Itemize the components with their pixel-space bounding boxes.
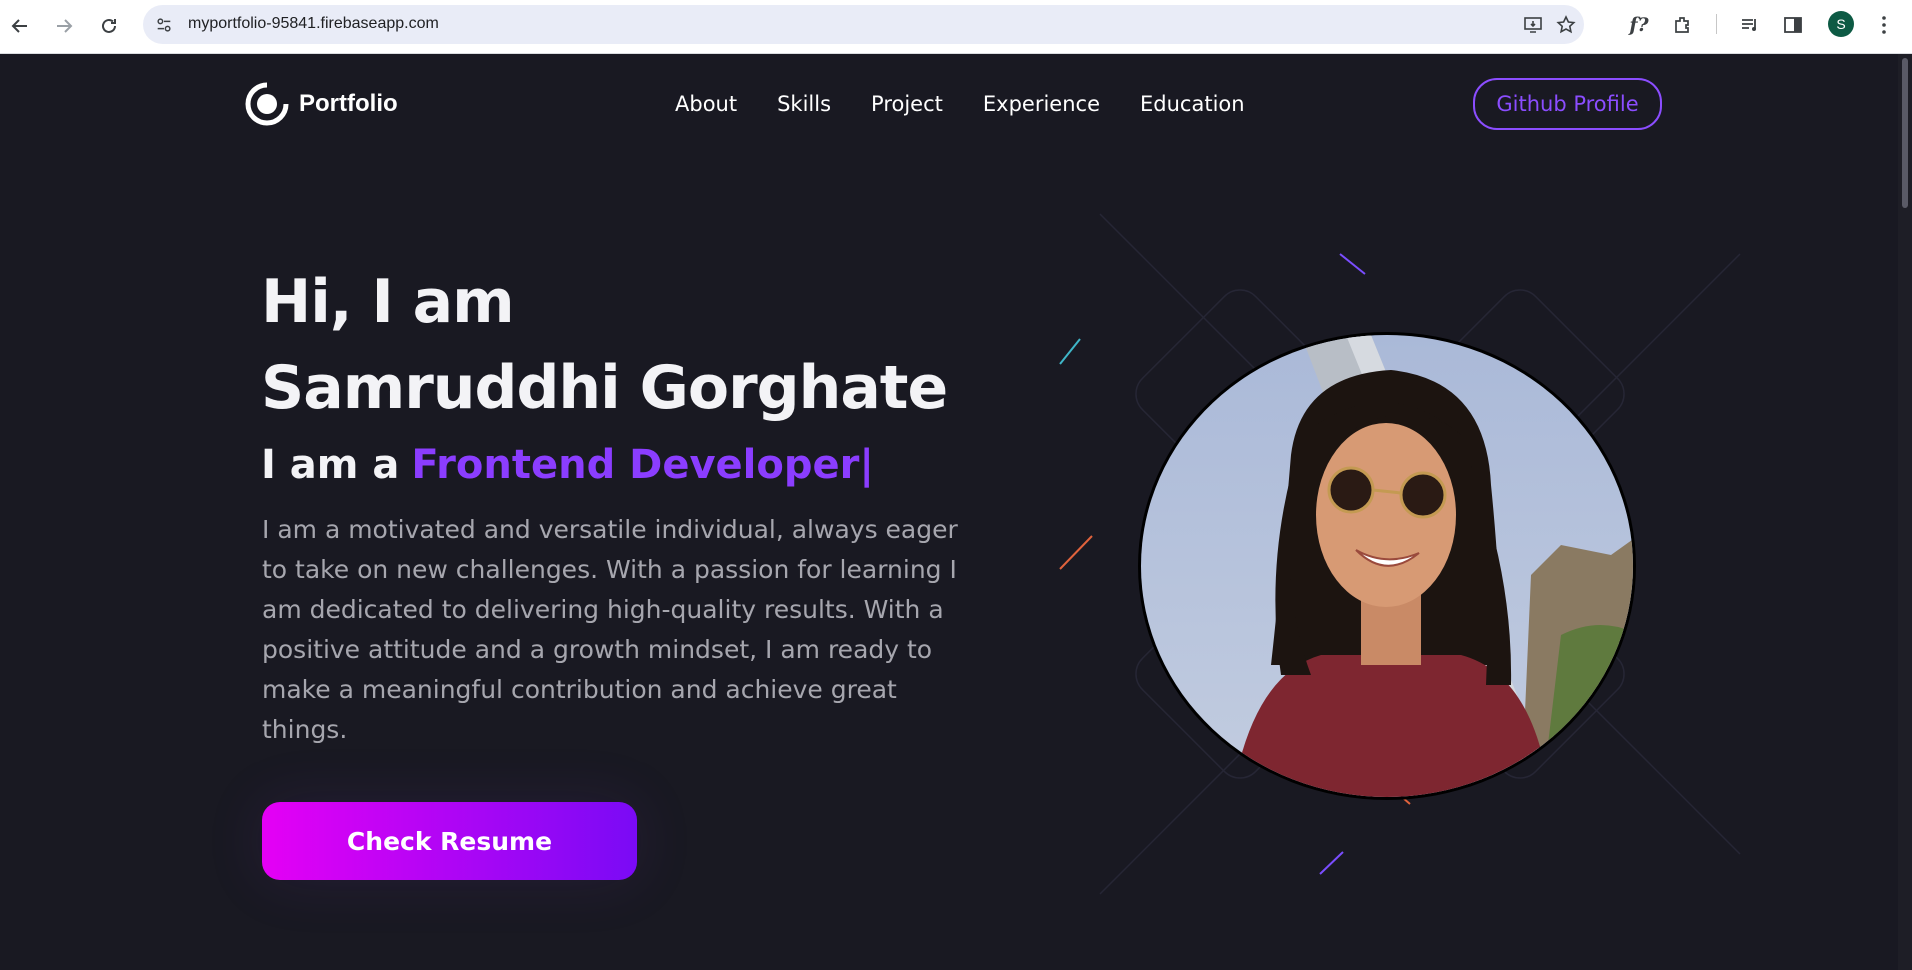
github-profile-button[interactable]: Github Profile (1473, 78, 1662, 130)
logo-mark-icon (245, 82, 289, 126)
side-panel-icon[interactable] (1780, 12, 1806, 38)
address-bar[interactable]: myportfolio-95841.firebaseapp.com (143, 5, 1584, 44)
kebab-menu-icon[interactable] (1871, 12, 1897, 38)
role-prefix: I am a (261, 442, 400, 488)
toolbar-separator (1716, 14, 1717, 34)
site-info-icon[interactable] (152, 13, 176, 37)
extensions-icon[interactable] (1670, 12, 1696, 38)
scrollbar-thumb[interactable] (1902, 58, 1908, 208)
main-nav: About Skills Project Experience Educatio… (675, 92, 1245, 116)
check-resume-button[interactable]: Check Resume (262, 802, 637, 880)
profile-avatar[interactable]: S (1828, 11, 1854, 37)
hero-role: I am a Frontend Developer| (261, 440, 874, 490)
forward-icon[interactable] (47, 9, 81, 43)
url-text[interactable]: myportfolio-95841.firebaseapp.com (188, 15, 439, 33)
install-icon[interactable] (1522, 14, 1544, 36)
hero-bio: I am a motivated and versatile individua… (262, 515, 958, 744)
browser-toolbar: myportfolio-95841.firebaseapp.com f? S (0, 0, 1912, 54)
formula-extension-icon[interactable]: f? (1626, 12, 1652, 38)
hero-greeting: Hi, I am (261, 267, 515, 337)
media-controls-icon[interactable] (1737, 12, 1763, 38)
hero-heading: Hi, I am Samruddhi Gorghate (261, 259, 948, 431)
nav-about[interactable]: About (675, 92, 737, 116)
nav-skills[interactable]: Skills (777, 92, 831, 116)
nav-project[interactable]: Project (871, 92, 943, 116)
nav-experience[interactable]: Experience (983, 92, 1100, 116)
logo-text: Portfolio (299, 90, 398, 117)
reload-icon[interactable] (92, 9, 126, 43)
back-icon[interactable] (3, 9, 37, 43)
bookmark-star-icon[interactable] (1555, 14, 1577, 36)
portfolio-page: Portfolio About Skills Project Experienc… (0, 54, 1912, 970)
profile-photo (1138, 332, 1636, 800)
hero-name: Samruddhi Gorghate (261, 353, 948, 423)
page-scrollbar[interactable] (1898, 54, 1912, 970)
role-typing-text: Frontend Developer| (411, 442, 874, 488)
nav-education[interactable]: Education (1140, 92, 1245, 116)
site-logo[interactable]: Portfolio (245, 82, 398, 126)
profile-illustration (1141, 335, 1633, 797)
